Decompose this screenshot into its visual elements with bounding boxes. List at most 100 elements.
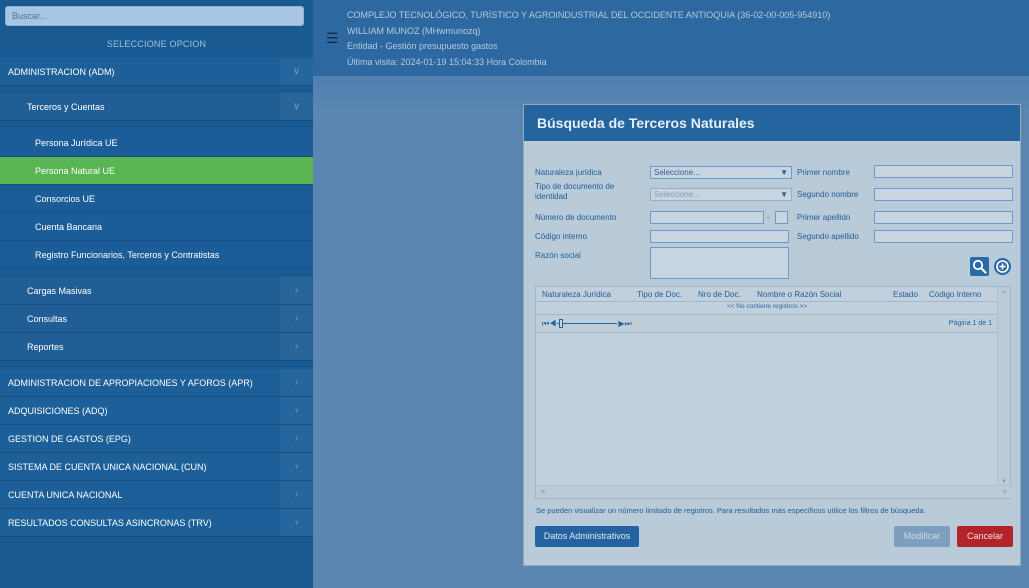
sidebar-item-label: GESTION DE GASTOS (EPG) <box>8 433 131 444</box>
primer-apellido-input[interactable] <box>874 211 1013 224</box>
module-name: Entidad - Gestión presupuesto gastos <box>347 41 498 51</box>
sidebar: SELECCIONE OPCION ADMINISTRACION (ADM) ∨… <box>0 0 313 588</box>
select-option-title: SELECCIONE OPCION <box>106 39 207 49</box>
chevron-down-icon: ∨ <box>279 58 313 85</box>
sidebar-item-persona-natural-ue[interactable]: Persona Natural UE <box>0 157 313 185</box>
sidebar-item-administracion-adm[interactable]: ADMINISTRACION (ADM) ∨ <box>0 58 313 86</box>
last-page-icon[interactable]: ⏭ <box>625 319 632 328</box>
sidebar-item-label: SISTEMA DE CUENTA UNICA NACIONAL (CUN) <box>8 461 207 472</box>
cancelar-button[interactable]: Cancelar <box>957 526 1013 547</box>
hamburger-menu-icon[interactable]: ☰ <box>326 31 340 45</box>
naturaleza-value: Seleccione... <box>654 168 700 177</box>
sidebar-item-apr[interactable]: ADMINISTRACION DE APROPIACIONES Y AFOROS… <box>0 369 313 397</box>
chevron-right-icon: › <box>279 369 313 396</box>
entity-name: COMPLEJO TECNOLÓGICO, TURÍSTICO Y AGROIN… <box>347 10 831 20</box>
segundo-apellido-label: Segundo apellido <box>797 232 859 241</box>
sidebar-item-label: Cuenta Bancaria <box>35 221 103 232</box>
sidebar-item-label: Persona Jurídica UE <box>35 137 118 148</box>
column-header[interactable]: Código Interno <box>929 290 981 299</box>
dialog-title: Búsqueda de Terceros Naturales <box>524 105 1020 141</box>
column-header[interactable]: Tipo de Doc. <box>637 290 682 299</box>
naturaleza-label: Naturaleza jurídica <box>535 168 602 177</box>
column-header[interactable]: Naturaleza Jurídica <box>542 290 611 299</box>
pager-track[interactable] <box>557 319 618 329</box>
sidebar-item-registro-funcionarios[interactable]: Registro Funcionarios, Terceros y Contra… <box>0 241 313 269</box>
razon-social-textarea[interactable] <box>650 247 789 279</box>
sidebar-item-cargas-masivas[interactable]: Cargas Masivas › <box>0 277 313 305</box>
sidebar-item-label: ADMINISTRACION (ADM) <box>8 66 115 77</box>
chevron-right-icon: › <box>279 481 313 508</box>
chevron-down-icon: ▼ <box>780 190 788 199</box>
segundo-apellido-input[interactable] <box>874 230 1013 243</box>
sidebar-item-label: RESULTADOS CONSULTAS ASINCRONAS (TRV) <box>8 517 212 528</box>
tipo-documento-value: Seleccione... <box>654 190 700 199</box>
sidebar-item-trv[interactable]: RESULTADOS CONSULTAS ASINCRONAS (TRV) › <box>0 509 313 537</box>
search-button[interactable] <box>970 257 989 276</box>
tipo-documento-select[interactable]: Seleccione... ▼ <box>650 188 792 201</box>
user-name: WILLIAM MUNOZ (MHwmunozq) <box>347 25 481 36</box>
modificar-button[interactable]: Modificar <box>894 526 950 547</box>
primer-apellido-label: Primer apellido <box>797 213 851 222</box>
column-header[interactable]: Nombre o Razón Social <box>757 290 841 299</box>
sidebar-item-label: Persona Natural UE <box>35 165 116 176</box>
sidebar-item-cuenta-bancaria[interactable]: Cuenta Bancaria <box>0 213 313 241</box>
results-grid: Naturaleza Jurídica Tipo de Doc. Nro de … <box>535 286 1012 499</box>
codigo-interno-input[interactable] <box>650 230 789 243</box>
results-note: Se pueden visualizar un número limitado … <box>536 506 926 515</box>
sidebar-item-cuenta-unica-nacional[interactable]: CUENTA UNICA NACIONAL › <box>0 481 313 509</box>
datos-administrativos-button[interactable]: Datos Administrativos <box>535 526 639 547</box>
sidebar-item-label: ADMINISTRACION DE APROPIACIONES Y AFOROS… <box>8 377 253 388</box>
search-input[interactable] <box>5 6 304 26</box>
numero-documento-separator: - <box>767 213 770 222</box>
column-header[interactable]: Nro de Doc. <box>698 290 741 299</box>
column-header[interactable]: Estado <box>893 290 918 299</box>
search-dialog: Búsqueda de Terceros Naturales Naturalez… <box>523 104 1021 566</box>
chevron-right-icon: › <box>279 277 313 304</box>
last-visit: Última visita: 2024-01-19 15:04:33 Hora … <box>347 56 547 67</box>
scroll-left-icon[interactable]: ◀ <box>540 488 545 495</box>
digito-verificacion-input[interactable] <box>775 211 788 224</box>
sidebar-item-label: Cargas Masivas <box>27 285 92 296</box>
header-info: COMPLEJO TECNOLÓGICO, TURÍSTICO Y AGROIN… <box>347 8 830 70</box>
sidebar-item-persona-juridica-ue[interactable]: Persona Jurídica UE <box>0 129 313 157</box>
sidebar-item-label: Terceros y Cuentas <box>27 101 105 112</box>
numero-documento-label: Número de documento <box>535 213 617 222</box>
pager: ⏮◀ ▶⏭ Página 1 de 1 <box>536 314 998 333</box>
horizontal-scrollbar[interactable]: ◀ ▶ <box>536 485 1012 498</box>
primer-nombre-label: Primer nombre <box>797 168 850 177</box>
add-button[interactable] <box>993 257 1012 276</box>
sidebar-item-label: Registro Funcionarios, Terceros y Contra… <box>35 249 220 260</box>
sidebar-item-consultas[interactable]: Consultas › <box>0 305 313 333</box>
grid-header: Naturaleza Jurídica Tipo de Doc. Nro de … <box>536 287 998 302</box>
pager-slider-handle[interactable] <box>559 319 564 329</box>
search-icon <box>972 259 987 274</box>
sidebar-item-label: Reportes <box>27 341 64 352</box>
chevron-right-icon: › <box>279 333 313 360</box>
sidebar-item-label: Consorcios UE <box>35 193 96 204</box>
sidebar-item-adq[interactable]: ADQUISICIONES (ADQ) › <box>0 397 313 425</box>
empty-message: << No contiene registros >> <box>726 303 808 310</box>
scroll-up-icon[interactable]: ▲ <box>1001 289 1007 295</box>
tipo-documento-label: Tipo de documento de identidad <box>535 182 615 201</box>
numero-documento-input[interactable] <box>650 211 764 224</box>
sidebar-item-label: ADQUISICIONES (ADQ) <box>8 405 108 416</box>
chevron-right-icon: › <box>279 397 313 424</box>
prev-page-icon[interactable]: ◀ <box>549 319 556 328</box>
primer-nombre-input[interactable] <box>874 165 1013 178</box>
scroll-right-icon[interactable]: ▶ <box>1003 488 1008 495</box>
sidebar-item-label: Consultas <box>27 313 68 324</box>
sidebar-item-label: CUENTA UNICA NACIONAL <box>8 489 123 500</box>
vertical-scrollbar[interactable]: ▲ ▼ <box>997 287 1010 487</box>
sidebar-item-reportes[interactable]: Reportes › <box>0 333 313 361</box>
segundo-nombre-input[interactable] <box>874 188 1013 201</box>
sidebar-item-epg[interactable]: GESTION DE GASTOS (EPG) › <box>0 425 313 453</box>
sidebar-item-terceros-y-cuentas[interactable]: Terceros y Cuentas ∨ <box>0 93 313 121</box>
segundo-nombre-label: Segundo nombre <box>797 190 859 199</box>
chevron-right-icon: › <box>279 305 313 332</box>
razon-social-label: Razón social <box>535 251 581 260</box>
sidebar-item-consorcios-ue[interactable]: Consorcios UE <box>0 185 313 213</box>
codigo-interno-label: Código interno <box>535 232 588 241</box>
naturaleza-select[interactable]: Seleccione... ▼ <box>650 166 792 179</box>
search-box <box>5 6 304 26</box>
sidebar-item-cun[interactable]: SISTEMA DE CUENTA UNICA NACIONAL (CUN) › <box>0 453 313 481</box>
